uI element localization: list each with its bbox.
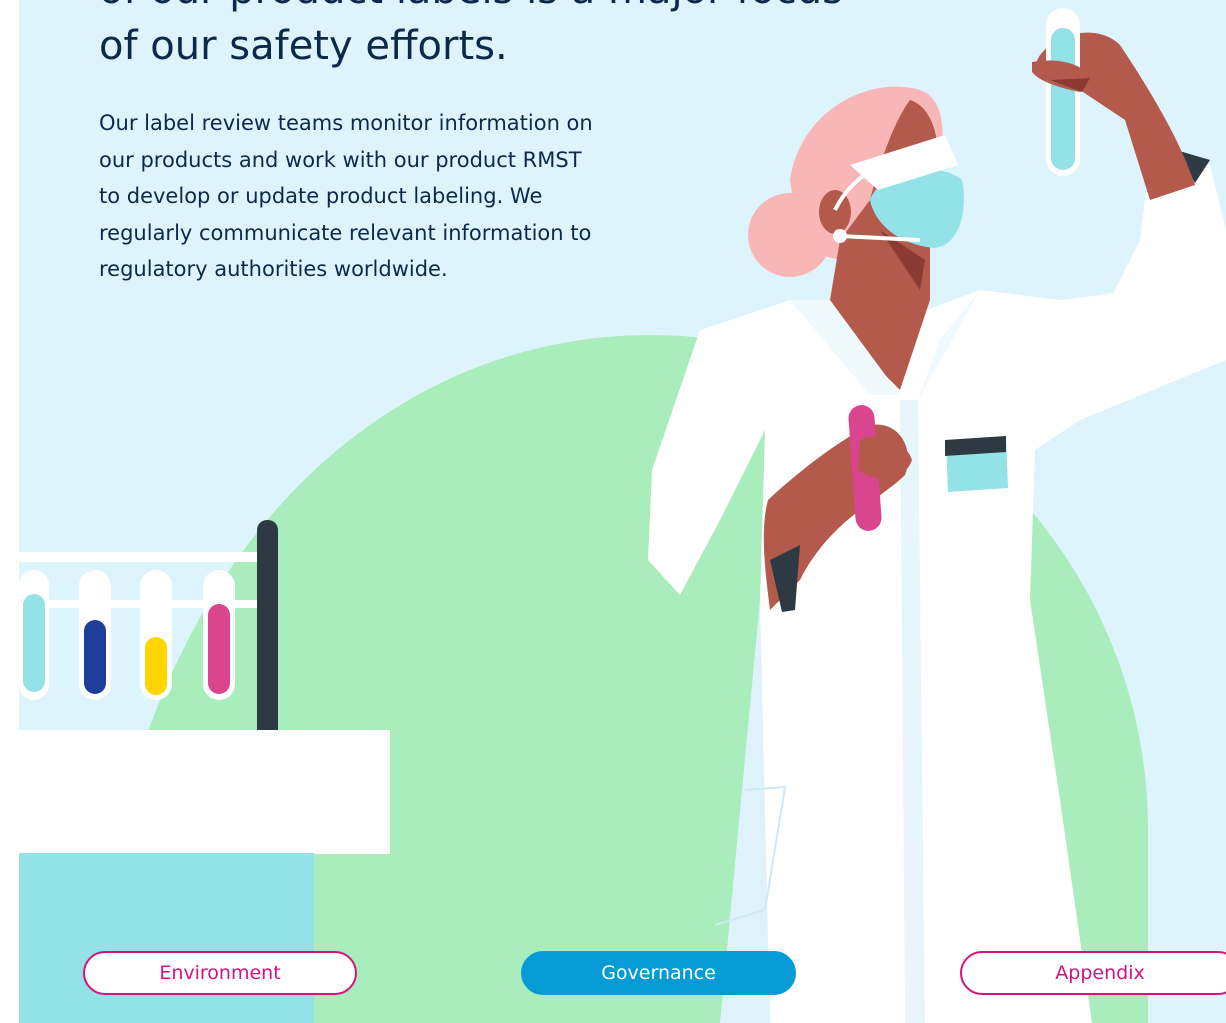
governance-button[interactable]: Governance bbox=[521, 951, 796, 995]
environment-button[interactable]: Environment bbox=[83, 951, 357, 995]
page: of our product labels is a major focus o… bbox=[0, 0, 1226, 1023]
body-paragraph: Our label review teams monitor informati… bbox=[99, 111, 593, 282]
page-headline: of our product labels is a major focus o… bbox=[99, 0, 843, 69]
appendix-button[interactable]: Appendix bbox=[960, 951, 1226, 995]
